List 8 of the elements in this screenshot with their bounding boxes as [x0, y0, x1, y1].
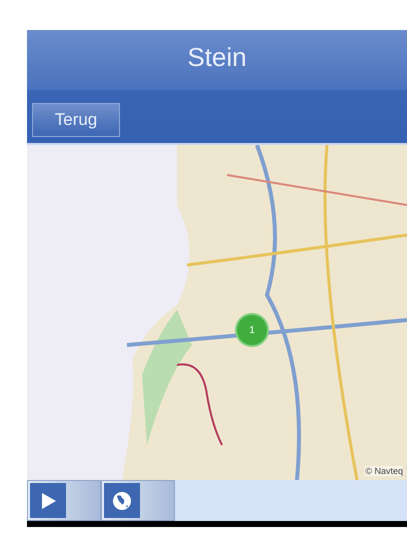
play-icon: [39, 492, 57, 510]
globe-button[interactable]: [101, 480, 175, 521]
back-button[interactable]: Terug: [32, 103, 120, 137]
globe-icon: [112, 490, 132, 510]
map-attribution: © Navteq: [365, 466, 403, 476]
nav-title: Stein: [187, 42, 247, 73]
map-view[interactable]: 1 © Navteq: [27, 145, 407, 480]
play-button[interactable]: [27, 480, 101, 521]
